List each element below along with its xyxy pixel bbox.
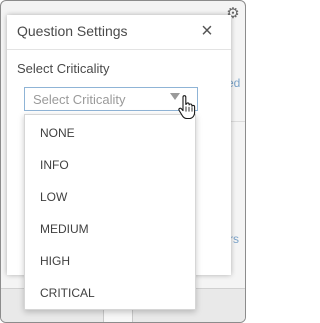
criticality-select-value: Select Criticality (33, 92, 126, 107)
option-critical[interactable]: CRITICAL (25, 277, 195, 309)
criticality-label: Select Criticality (17, 61, 110, 76)
option-medium[interactable]: MEDIUM (25, 213, 195, 245)
option-high[interactable]: HIGH (25, 245, 195, 277)
option-low[interactable]: LOW (25, 181, 195, 213)
close-icon[interactable]: × (195, 19, 219, 43)
option-none[interactable]: NONE (25, 117, 195, 149)
modal-title: Question Settings (17, 23, 128, 39)
hand-pointer-icon (178, 95, 196, 119)
modal-header-divider (7, 49, 231, 50)
criticality-select[interactable]: Select Criticality (24, 87, 198, 111)
criticality-dropdown: NONE INFO LOW MEDIUM HIGH CRITICAL (24, 114, 196, 310)
option-info[interactable]: INFO (25, 149, 195, 181)
app-window: ⚙ ed Q rs Question Settings × Select Cri… (0, 0, 246, 323)
